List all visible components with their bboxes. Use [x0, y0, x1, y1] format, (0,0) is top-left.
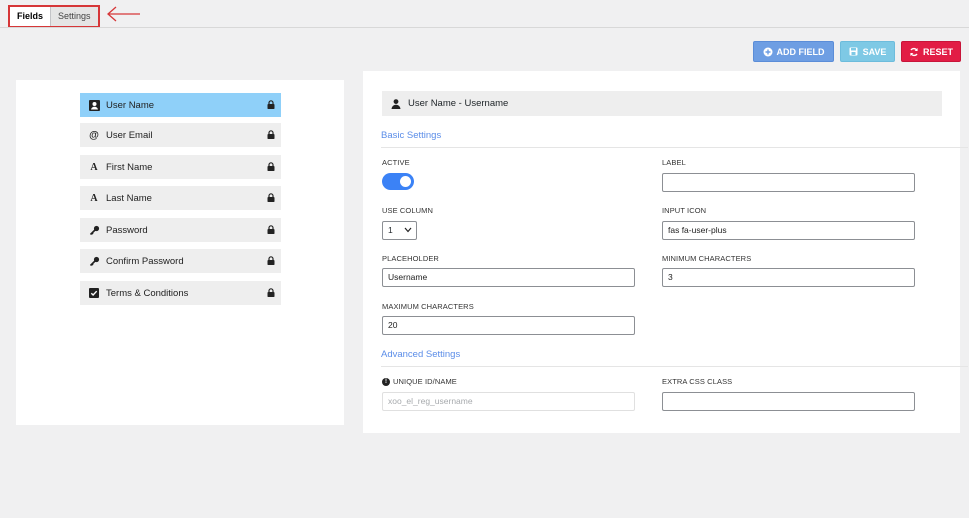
field-item-label: First Name [106, 161, 153, 173]
field-item-password[interactable]: Password [80, 218, 281, 242]
lock-icon [267, 225, 275, 234]
label-label: LABEL [662, 158, 686, 167]
min-chars-input[interactable]: 3 [662, 268, 915, 287]
field-item-label: Confirm Password [106, 255, 184, 267]
tab-divider [0, 27, 969, 28]
field-item-label: Terms & Conditions [106, 287, 189, 299]
field-item-confirm-password[interactable]: Confirm Password [80, 249, 281, 273]
tab-fields[interactable]: Fields [10, 7, 51, 26]
field-header: User Name - Username [382, 91, 942, 116]
min-chars-label: MINIMUM CHARACTERS [662, 254, 752, 263]
field-item-label: Password [106, 224, 148, 236]
section-divider [381, 147, 968, 148]
user-icon [88, 99, 100, 111]
reset-label: RESET [922, 46, 953, 57]
lock-icon [267, 130, 275, 139]
lock-icon [267, 162, 275, 171]
active-label: ACTIVE [382, 158, 410, 167]
use-column-label: USE COLUMN [382, 206, 434, 215]
info-icon: ! [382, 378, 390, 387]
max-chars-input[interactable]: 20 [382, 316, 635, 335]
field-settings-panel: User Name - Username Basic Settings ACTI… [363, 71, 968, 433]
basic-settings-title: Basic Settings [381, 130, 442, 141]
text-icon: A [90, 192, 98, 204]
label-input[interactable] [662, 173, 915, 192]
arrow-left-icon [107, 6, 140, 22]
floppy-icon [849, 47, 859, 57]
field-item-label: Last Name [106, 192, 152, 204]
advanced-settings-title: Advanced Settings [381, 349, 461, 360]
field-item-first-name[interactable]: A First Name [80, 155, 281, 179]
lock-icon [267, 288, 275, 297]
field-header-title: User Name - Username [408, 98, 509, 109]
tab-bar: Fields Settings [8, 5, 100, 28]
field-item-label: User Name [106, 99, 155, 111]
field-item-user-name[interactable]: User Name [80, 93, 281, 117]
plus-circle-icon [763, 47, 773, 57]
chevron-down-icon [404, 227, 412, 233]
unique-id-label: UNIQUE ID/NAME [393, 377, 457, 386]
input-icon-label: INPUT ICON [662, 206, 707, 215]
extra-css-label: EXTRA CSS CLASS [662, 377, 733, 386]
checkbox-icon [88, 287, 100, 299]
section-divider [381, 366, 968, 367]
active-toggle[interactable] [382, 173, 414, 190]
user-icon [391, 98, 401, 109]
field-item-terms[interactable]: Terms & Conditions [80, 281, 281, 305]
at-icon: @ [89, 129, 99, 141]
refresh-icon [909, 47, 919, 57]
field-item-label: User Email [106, 129, 153, 141]
lock-icon [267, 193, 275, 202]
add-field-button[interactable]: ADD FIELD [753, 41, 834, 62]
use-column-value: 1 [388, 225, 393, 235]
input-icon-field[interactable]: fas fa-user-plus [662, 221, 915, 240]
lock-icon [267, 256, 275, 265]
lock-icon [267, 100, 275, 109]
save-button[interactable]: SAVE [840, 41, 895, 62]
extra-css-input[interactable] [662, 392, 915, 411]
field-list-panel: User Name @ User Email A First Name A La… [16, 80, 344, 425]
key-icon [88, 255, 100, 267]
reset-button[interactable]: RESET [901, 41, 961, 62]
max-chars-label: MAXIMUM CHARACTERS [382, 302, 474, 311]
field-item-user-email[interactable]: @ User Email [80, 123, 281, 147]
add-field-label: ADD FIELD [776, 46, 825, 57]
key-icon [88, 224, 100, 236]
field-item-last-name[interactable]: A Last Name [80, 186, 281, 210]
tab-settings[interactable]: Settings [50, 7, 98, 26]
use-column-select[interactable]: 1 [382, 221, 417, 240]
unique-id-input[interactable]: xoo_el_reg_username [382, 392, 635, 411]
text-icon: A [90, 161, 98, 173]
toggle-knob [400, 176, 411, 187]
save-label: SAVE [862, 46, 887, 57]
placeholder-label: PLACEHOLDER [382, 254, 439, 263]
placeholder-input[interactable]: Username [382, 268, 635, 287]
unique-id-label-row: ! UNIQUE ID/NAME [382, 377, 457, 387]
